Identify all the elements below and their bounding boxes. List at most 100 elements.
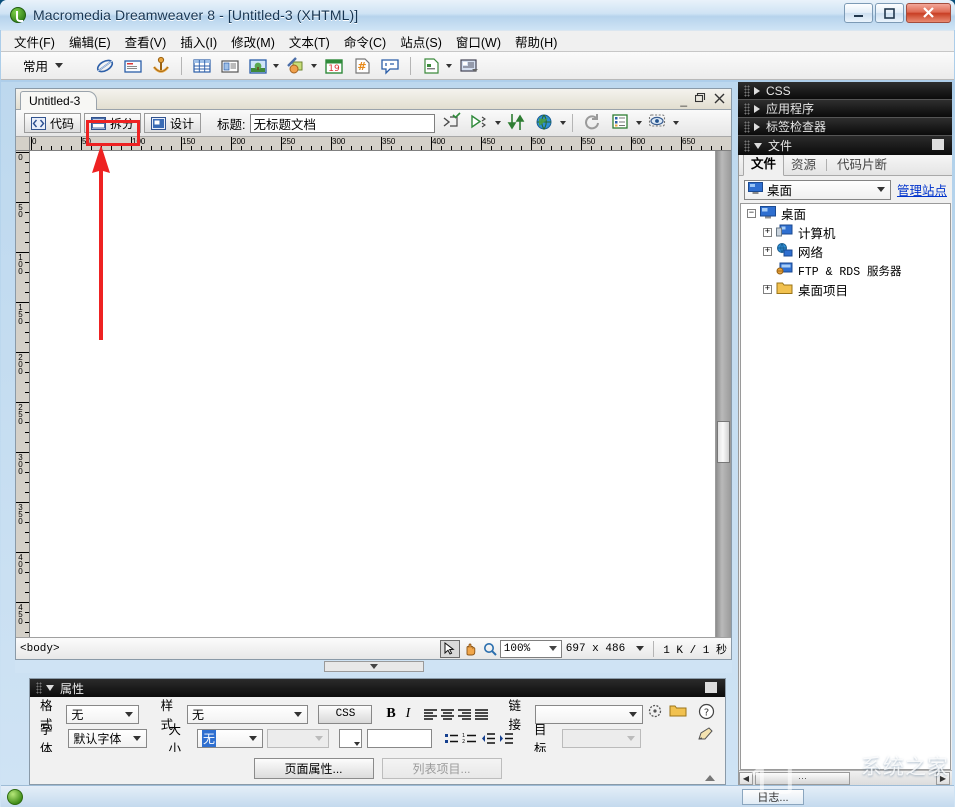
- italic-button[interactable]: I: [399, 705, 416, 724]
- tree-item-network[interactable]: + 网络: [741, 242, 950, 261]
- menu-file[interactable]: 文件(F): [7, 30, 62, 53]
- insert-div-icon[interactable]: [219, 55, 241, 77]
- template-icon[interactable]: [420, 55, 442, 77]
- collapse-toggle-icon[interactable]: −: [747, 209, 756, 218]
- menu-edit[interactable]: 编辑(E): [62, 30, 118, 53]
- zoom-level-select[interactable]: 100%: [500, 640, 562, 658]
- named-anchor-icon[interactable]: [150, 55, 172, 77]
- panel-gripper[interactable]: [744, 85, 750, 97]
- format-select[interactable]: 无: [66, 705, 138, 724]
- log-button[interactable]: 日志...: [742, 789, 804, 805]
- tab-assets[interactable]: 资源: [784, 152, 823, 175]
- color-hex-input[interactable]: [367, 729, 431, 748]
- canvas-vertical-scrollbar[interactable]: [716, 151, 731, 637]
- table-icon[interactable]: [191, 55, 213, 77]
- scrollbar-thumb[interactable]: ⋯: [755, 772, 850, 785]
- design-view-button[interactable]: 设计: [144, 113, 201, 133]
- document-title-input[interactable]: [250, 114, 435, 133]
- select-tool-icon[interactable]: [440, 640, 460, 658]
- document-tab[interactable]: Untitled-3: [20, 91, 97, 110]
- properties-panel-header[interactable]: 属性: [30, 679, 725, 697]
- chevron-down-icon[interactable]: [273, 64, 279, 68]
- tree-item-ftp-rds[interactable]: FTP & RDS 服务器: [741, 261, 950, 280]
- start-orb-icon[interactable]: [7, 789, 23, 805]
- file-tree[interactable]: − 桌面 + 计算机 +: [740, 203, 951, 770]
- code-navigation-icon[interactable]: [506, 112, 528, 134]
- image-icon[interactable]: [247, 55, 269, 77]
- chevron-down-icon[interactable]: [560, 121, 566, 125]
- chevron-down-icon[interactable]: [673, 121, 679, 125]
- expand-toggle-icon[interactable]: +: [763, 228, 772, 237]
- doc-close-button[interactable]: [714, 93, 725, 107]
- code-view-button[interactable]: 代码: [24, 113, 81, 133]
- size-select[interactable]: 无: [197, 729, 263, 748]
- panel-options-menu-icon[interactable]: [932, 139, 944, 150]
- panel-gripper[interactable]: [744, 103, 750, 115]
- window-size-value[interactable]: 697 x 486: [562, 643, 629, 655]
- close-button[interactable]: [906, 3, 951, 23]
- menu-site[interactable]: 站点(S): [393, 30, 449, 53]
- files-panel-header[interactable]: 文件: [738, 136, 952, 155]
- hyperlink-icon[interactable]: [94, 55, 116, 77]
- help-icon[interactable]: ?: [698, 703, 716, 725]
- server-side-include-icon[interactable]: #: [351, 55, 373, 77]
- tree-item-computer[interactable]: + 计算机: [741, 223, 950, 242]
- chevron-down-icon[interactable]: [636, 646, 644, 651]
- target-select[interactable]: [562, 729, 640, 748]
- tab-snippets[interactable]: 代码片断: [830, 152, 894, 175]
- panel-css[interactable]: CSS: [738, 82, 952, 100]
- menu-text[interactable]: 文本(T): [282, 30, 337, 53]
- indent-icon[interactable]: [497, 729, 516, 748]
- page-properties-button[interactable]: 页面属性...: [254, 758, 374, 779]
- menu-window[interactable]: 窗口(W): [449, 30, 508, 53]
- link-select[interactable]: [535, 705, 643, 724]
- menu-commands[interactable]: 命令(C): [337, 30, 393, 53]
- expand-panel-icon[interactable]: [705, 775, 715, 781]
- bold-button[interactable]: B: [382, 705, 399, 724]
- tree-item-desktop[interactable]: − 桌面: [741, 204, 950, 223]
- panel-application[interactable]: 应用程序: [738, 100, 952, 118]
- manage-sites-link[interactable]: 管理站点: [897, 180, 947, 199]
- validate-markup-icon[interactable]: [610, 112, 632, 134]
- zoom-tool-icon[interactable]: [480, 640, 500, 658]
- tag-chooser-icon[interactable]: [458, 55, 480, 77]
- refresh-icon[interactable]: [582, 112, 604, 134]
- chevron-down-icon[interactable]: [636, 121, 642, 125]
- design-canvas[interactable]: [30, 151, 716, 637]
- align-center-icon[interactable]: [439, 705, 456, 724]
- align-right-icon[interactable]: [456, 705, 473, 724]
- size-unit-select[interactable]: [267, 729, 329, 748]
- unordered-list-icon[interactable]: [442, 729, 461, 748]
- site-select[interactable]: 桌面: [744, 180, 891, 200]
- panel-options-menu-icon[interactable]: [705, 682, 717, 693]
- files-panel-horizontal-scrollbar[interactable]: ◀ ⋯ ▶: [739, 770, 952, 785]
- tree-item-desktop-items[interactable]: + 桌面项目: [741, 280, 950, 299]
- expand-toggle-icon[interactable]: +: [763, 247, 772, 256]
- outdent-icon[interactable]: [479, 729, 498, 748]
- point-to-file-icon[interactable]: [647, 703, 663, 725]
- media-icon[interactable]: [285, 55, 307, 77]
- chevron-down-icon[interactable]: [46, 685, 54, 691]
- preview-debug-icon[interactable]: [469, 112, 491, 134]
- doc-minimize-button[interactable]: _: [680, 93, 687, 107]
- ordered-list-icon[interactable]: 12: [460, 729, 479, 748]
- maximize-button[interactable]: [875, 3, 904, 23]
- view-options-icon[interactable]: [534, 112, 556, 134]
- align-left-icon[interactable]: [422, 705, 439, 724]
- insert-category-selector[interactable]: 常用: [23, 56, 63, 75]
- tag-selector[interactable]: <body>: [20, 643, 60, 655]
- panel-collapse-handle[interactable]: [324, 661, 424, 672]
- chevron-down-icon[interactable]: [311, 64, 317, 68]
- chevron-down-icon[interactable]: [495, 121, 501, 125]
- browse-folder-icon[interactable]: [669, 703, 687, 725]
- file-management-icon[interactable]: [441, 112, 463, 134]
- hand-tool-icon[interactable]: [460, 640, 480, 658]
- menu-insert[interactable]: 插入(I): [173, 30, 224, 53]
- panel-gripper[interactable]: [744, 140, 750, 152]
- text-color-swatch[interactable]: [339, 729, 362, 748]
- scrollbar-thumb[interactable]: [717, 421, 730, 463]
- scroll-left-button[interactable]: ◀: [739, 772, 753, 785]
- minimize-button[interactable]: [844, 3, 873, 23]
- quick-tag-editor-icon[interactable]: [697, 727, 717, 749]
- email-link-icon[interactable]: [122, 55, 144, 77]
